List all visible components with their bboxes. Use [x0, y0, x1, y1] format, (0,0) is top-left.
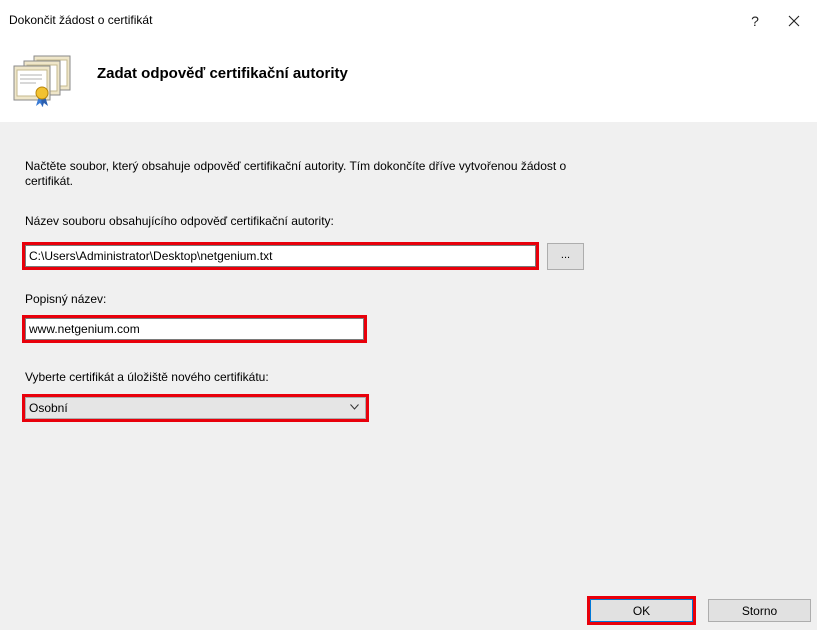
friendly-name-input[interactable]: www.netgenium.com — [22, 315, 367, 343]
help-button[interactable]: ? — [738, 8, 772, 34]
cancel-label: Storno — [741, 603, 778, 618]
intro-line-2: certifikát. — [25, 174, 74, 188]
store-select[interactable]: Osobní — [22, 394, 369, 422]
browse-label: ... — [560, 248, 571, 261]
certificate-icon — [13, 55, 71, 107]
title-bar: Dokončit žádost o certifikát ? — [0, 0, 817, 40]
store-select-value: Osobní — [29, 401, 68, 415]
ok-label: OK — [632, 603, 651, 618]
browse-button[interactable]: ... — [547, 243, 584, 270]
store-label: Vyberte certifikát a úložiště nového cer… — [25, 370, 269, 384]
intro-line-1: Načtěte soubor, který obsahuje odpověď c… — [25, 159, 567, 173]
ok-button[interactable]: OK — [587, 596, 696, 625]
help-label: ? — [751, 13, 759, 29]
page-title: Zadat odpověď certifikační autority — [97, 65, 348, 82]
file-path-input[interactable]: C:\Users\Administrator\Desktop\netgenium… — [22, 242, 539, 270]
friendly-name-label: Popisný název: — [25, 292, 107, 306]
close-button[interactable] — [777, 8, 811, 34]
cancel-button[interactable]: Storno — [708, 599, 811, 622]
intro-text: Načtěte soubor, který obsahuje odpověď c… — [25, 159, 725, 189]
close-icon — [788, 15, 800, 27]
file-name-label: Název souboru obsahujícího odpověď certi… — [25, 214, 334, 228]
window-title: Dokončit žádost o certifikát — [9, 13, 153, 27]
chevron-down-icon — [350, 404, 359, 410]
